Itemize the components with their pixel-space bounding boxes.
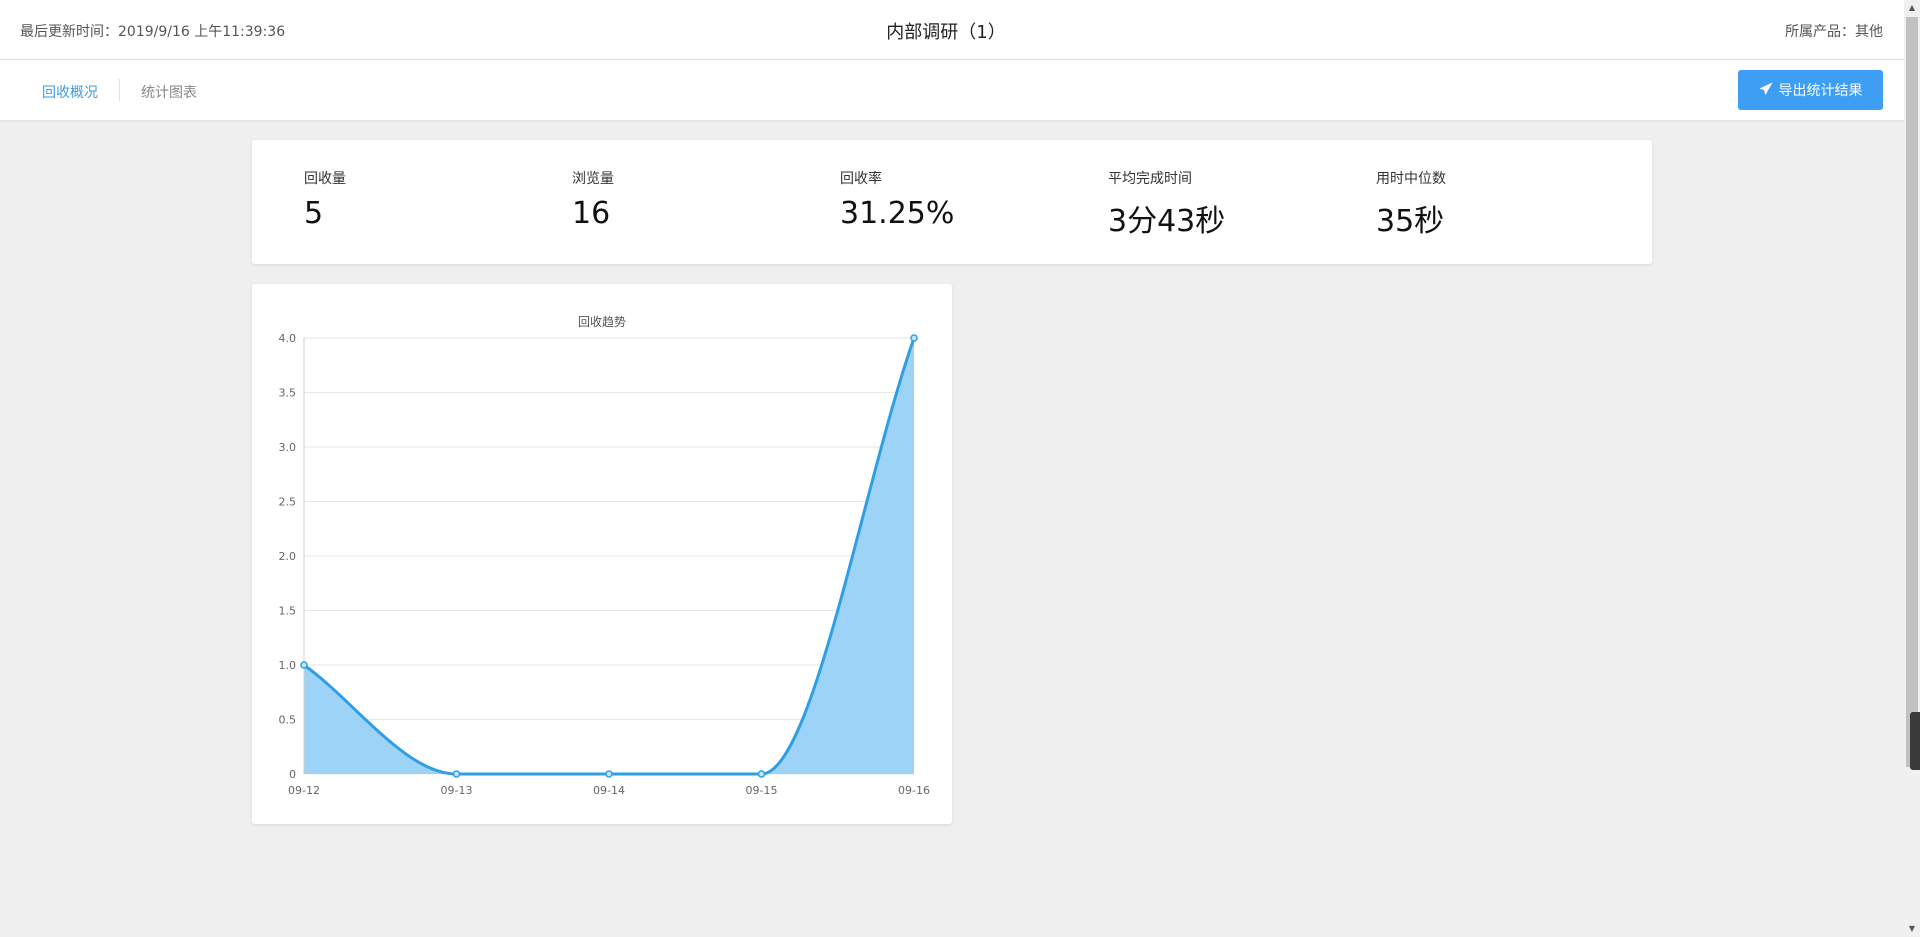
tab-charts[interactable]: 统计图表: [141, 82, 197, 102]
export-button-label: 导出统计结果: [1778, 82, 1863, 98]
scrollbar-thumb[interactable]: [1906, 17, 1918, 767]
y-tick-label: 3.5: [279, 387, 297, 400]
trend-chart-card: 回收趋势 0 0.5 1.0 1.5 2.0 2.5 3.0 3.5 4.0 09-12 09-13…: [252, 284, 952, 824]
stat-value: 31.25%: [840, 196, 955, 231]
tab-overview[interactable]: 回收概况: [42, 82, 98, 102]
stat-views: 浏览量 16: [572, 168, 614, 231]
y-tick-label: 3.0: [279, 441, 297, 454]
stat-label: 浏览量: [572, 171, 614, 187]
stat-value: 16: [572, 196, 611, 231]
stat-value: 35秒: [1376, 204, 1445, 239]
scroll-up-icon[interactable]: ▲: [1904, 0, 1920, 16]
stat-value: 3分43秒: [1108, 204, 1226, 239]
scroll-down-icon[interactable]: ▼: [1904, 921, 1920, 937]
export-results-button[interactable]: 导出统计结果: [1738, 70, 1883, 110]
stat-label: 回收率: [840, 171, 882, 187]
stat-label: 平均完成时间: [1108, 171, 1192, 187]
x-tick-label: 09-13: [441, 784, 473, 797]
stat-avg-time: 平均完成时间 3分43秒: [1108, 168, 1225, 240]
y-tick-label: 1.0: [279, 659, 297, 672]
stat-value: 5: [304, 196, 324, 231]
side-panel-handle[interactable]: [1910, 712, 1920, 770]
tab-divider: [119, 79, 120, 101]
stat-response-rate: 回收率 31.25%: [840, 168, 954, 231]
data-point[interactable]: [452, 770, 461, 778]
page: 最后更新时间：2019/9/16 上午11:39:36 内部调研（1） 所属产品…: [0, 0, 1920, 937]
y-tick-label: 2.0: [279, 550, 297, 563]
chart-title: 回收趋势: [578, 315, 626, 329]
data-point[interactable]: [300, 661, 308, 669]
stat-median-time: 用时中位数 35秒: [1376, 168, 1446, 240]
page-title: 内部调研（1）: [886, 22, 1006, 43]
y-tick-label: 2.5: [279, 496, 297, 509]
y-tick-label: 0: [289, 768, 296, 781]
y-tick-label: 0.5: [279, 714, 297, 727]
sub-navigation: 回收概况 统计图表 导出统计结果: [0, 60, 1904, 120]
paper-plane-icon: [1758, 81, 1773, 99]
stat-label: 用时中位数: [1376, 171, 1446, 187]
data-point[interactable]: [605, 770, 613, 778]
stat-label: 回收量: [304, 171, 346, 187]
y-tick-label: 4.0: [279, 332, 297, 345]
stats-card: 回收量 5 浏览量 16 回收率 31.25% 平均完成时间 3分43秒 用时中…: [252, 140, 1652, 264]
x-tick-label: 09-15: [746, 784, 778, 797]
product-label: 所属产品：其他: [1785, 24, 1883, 40]
x-tick-label: 09-16: [898, 784, 930, 797]
top-header: 最后更新时间：2019/9/16 上午11:39:36 内部调研（1） 所属产品…: [0, 0, 1904, 60]
x-tick-label: 09-12: [288, 784, 320, 797]
data-point[interactable]: [910, 334, 918, 342]
y-tick-label: 1.5: [279, 605, 297, 618]
trend-chart: 回收趋势 0 0.5 1.0 1.5 2.0 2.5 3.0 3.5 4.0 09-12 09-13…: [279, 315, 930, 797]
vertical-scrollbar[interactable]: ▲ ▼: [1904, 0, 1920, 937]
stat-responses: 回收量 5: [304, 168, 346, 231]
x-tick-label: 09-14: [593, 784, 625, 797]
data-point[interactable]: [757, 770, 766, 778]
